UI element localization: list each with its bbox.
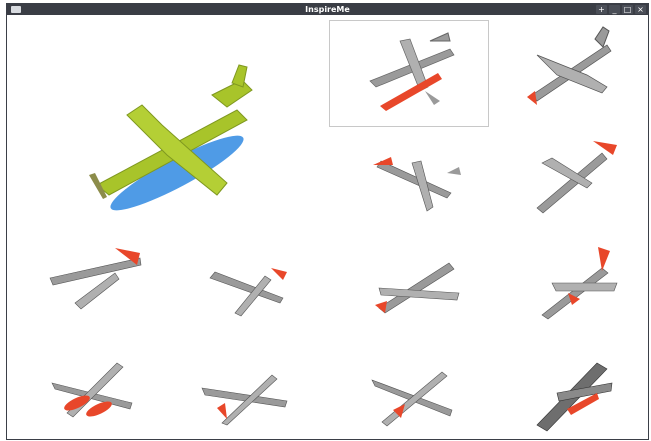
window-title: InspireMe [305,5,350,14]
model-thumbnail-2[interactable] [517,25,617,115]
model-thumbnail-12[interactable] [527,353,617,433]
model-thumbnail-1[interactable] [329,20,489,127]
model-thumbnail-10[interactable] [197,363,292,428]
model-thumbnail-3[interactable] [367,153,467,213]
close-button[interactable]: × [635,5,646,14]
maximize-button[interactable]: □ [622,5,633,14]
featured-model-view[interactable] [67,55,267,220]
model-thumbnail-7[interactable] [369,243,464,323]
minimize-button[interactable]: _ [609,5,620,14]
keep-above-button[interactable]: + [596,5,607,14]
window-controls: + _ □ × [596,5,646,14]
model-thumbnail-8[interactable] [532,243,622,323]
model-thumbnail-5[interactable] [45,243,145,323]
title-bar[interactable]: InspireMe + _ □ × [7,4,648,15]
model-thumbnail-11[interactable] [367,360,457,430]
model-gallery [7,15,648,439]
app-window: InspireMe + _ □ × [6,3,649,440]
model-thumbnail-9[interactable] [47,353,137,428]
model-thumbnail-4[interactable] [527,133,622,218]
model-thumbnail-6[interactable] [205,258,295,318]
